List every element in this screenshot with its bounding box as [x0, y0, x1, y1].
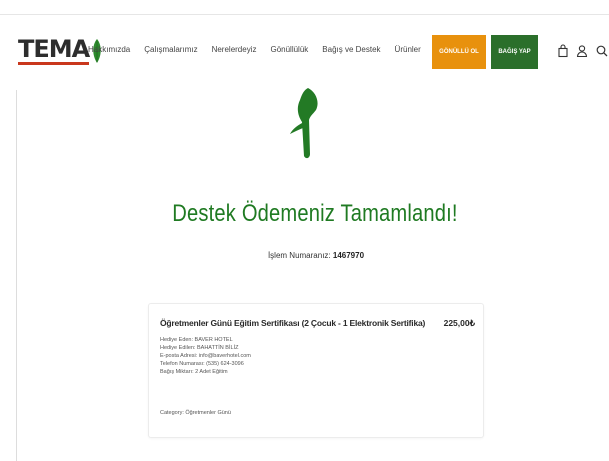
detail-gift-from: Hediye Eden: BAVER HOTEL	[160, 337, 233, 343]
nav-item-volunteering[interactable]: Gönüllülük	[270, 45, 308, 54]
search-icon[interactable]	[595, 44, 609, 58]
logo-text: TEMA	[18, 35, 90, 65]
user-icon[interactable]	[575, 44, 589, 58]
tema-mascot-figure	[290, 88, 318, 159]
detail-donation-amount: Bağış Miktarı: 2 Adet Eğitim	[160, 369, 228, 375]
main-nav: Hakkımızda Çalışmalarımız Nerelerdeyiz G…	[88, 45, 421, 54]
content-border	[16, 90, 17, 461]
transaction-number: 1467970	[332, 251, 365, 260]
product-category: Category: Öğretmenler Günü	[160, 410, 231, 416]
site-header: TEMA Hakkımızda Çalışmalarımız Nerelerde…	[0, 15, 609, 87]
nav-item-donation-support[interactable]: Bağış ve Destek	[322, 45, 380, 54]
product-price: 225,00₺	[443, 318, 475, 328]
transaction-info: İşlem Numaranız: 1467970	[0, 251, 609, 260]
donate-button[interactable]: BAĞIŞ YAP	[491, 35, 538, 69]
volunteer-button[interactable]: GÖNÜLLÜ OL	[432, 35, 486, 69]
detail-email: E-posta Adresi: info@baverhotel.com	[160, 353, 251, 359]
bag-icon[interactable]	[556, 44, 570, 58]
nav-item-locations[interactable]: Nerelerdeyiz	[212, 45, 257, 54]
detail-gift-to: Hediye Edilen: BAHATTİN BİLİZ	[160, 345, 239, 351]
order-summary-card: Öğretmenler Günü Eğitim Sertifikası (2 Ç…	[148, 303, 484, 438]
product-title: Öğretmenler Günü Eğitim Sertifikası (2 Ç…	[160, 318, 426, 328]
payment-success-title: Destek Ödemeniz Tamamlandı!	[172, 200, 458, 227]
transaction-label: İşlem Numaranız:	[267, 251, 331, 260]
detail-phone: Telefon Numarası: (535) 624-3096	[160, 361, 244, 367]
nav-item-products[interactable]: Ürünler	[395, 45, 421, 54]
nav-item-works[interactable]: Çalışmalarımız	[144, 45, 197, 54]
nav-item-about[interactable]: Hakkımızda	[88, 45, 130, 54]
